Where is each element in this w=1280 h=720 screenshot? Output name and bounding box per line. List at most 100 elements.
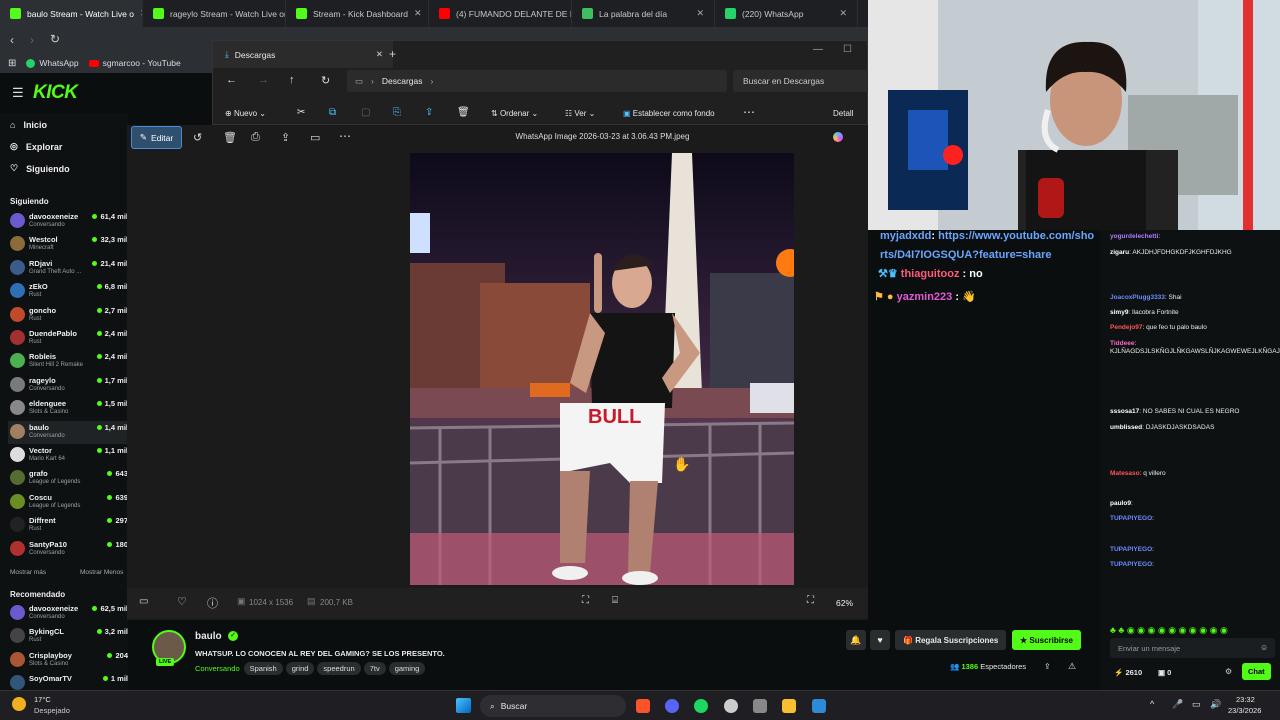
- sidebar-channel[interactable]: goncho Rust 2,7 mil: [8, 304, 128, 327]
- photos-app-icon[interactable]: [812, 699, 826, 713]
- volume-icon[interactable]: 🔊: [1210, 699, 1221, 710]
- sidebar-channel[interactable]: Robleis Silent Hill 2 Remake 2,4 mil: [8, 350, 128, 373]
- sidebar-channel[interactable]: zEkO Rust 6,8 mil: [8, 280, 128, 303]
- chat-username[interactable]: paulo9: [1110, 500, 1131, 507]
- view-button[interactable]: ☷ Ver ⌄: [565, 109, 595, 118]
- stream-tag[interactable]: grind: [285, 662, 315, 675]
- chat-username[interactable]: zigaru: [1110, 249, 1129, 256]
- start-icon[interactable]: [456, 698, 471, 713]
- chat-input[interactable]: Enviar un mensaje: [1110, 638, 1275, 658]
- chat-username[interactable]: Matesaso: [1110, 470, 1140, 477]
- gift-subs-button[interactable]: 🎁 Regala Suscripciones: [895, 630, 1007, 650]
- sidebar-channel[interactable]: Westcol Minecraft 32,3 mil: [8, 233, 128, 256]
- chat-username[interactable]: yogurdelechetti: [1110, 233, 1158, 240]
- weather-temp[interactable]: 17°C: [34, 695, 51, 704]
- chat-send-button[interactable]: Chat: [1242, 663, 1271, 680]
- rename-icon[interactable]: ⎘: [393, 107, 401, 118]
- explorer-up-icon[interactable]: ↑: [289, 74, 295, 86]
- report-icon[interactable]: ⚠: [1068, 661, 1076, 672]
- show-less-link[interactable]: Mostrar Menos: [80, 569, 123, 576]
- sidebar-channel[interactable]: Crisplayboy Slots & Casino 204: [8, 649, 128, 672]
- stream-tag[interactable]: 7tv: [363, 662, 386, 675]
- forward-icon[interactable]: ›: [30, 33, 34, 47]
- sidebar-channel[interactable]: DuendePablo Rust 2,4 mil: [8, 327, 128, 350]
- subscribe-button[interactable]: ★ Suscribirse: [1012, 630, 1081, 650]
- ocr-icon[interactable]: ⌸: [612, 595, 618, 606]
- explorer-forward-icon[interactable]: →: [258, 74, 269, 86]
- share-icon[interactable]: ⇪: [425, 107, 433, 118]
- chat-username[interactable]: Pendejo97: [1110, 324, 1143, 331]
- explorer-back-icon[interactable]: ←: [226, 74, 237, 86]
- credits[interactable]: ▣ 0: [1158, 668, 1171, 677]
- bookmark-whatsapp[interactable]: WhatsApp: [26, 58, 79, 68]
- taskbar-search[interactable]: ⌕ Buscar: [480, 695, 626, 717]
- close-tab-icon[interactable]: ✕: [414, 8, 422, 19]
- channel-points[interactable]: ⚡ 2610: [1114, 668, 1142, 677]
- sidebar-channel[interactable]: RDjavi Grand Theft Auto ... 21,4 mil: [8, 257, 128, 280]
- paste-icon[interactable]: ▢: [361, 107, 370, 118]
- reload-icon[interactable]: ↻: [50, 32, 60, 46]
- streamer-name[interactable]: baulo: [195, 631, 222, 642]
- back-icon[interactable]: ‹: [10, 33, 14, 47]
- notification-bell-button[interactable]: 🔔: [846, 630, 866, 650]
- apps-icon[interactable]: ⊞: [8, 58, 16, 69]
- maximize-icon[interactable]: ☐: [843, 44, 852, 55]
- sidebar-channel[interactable]: davooxeneize Conversando 61,4 mil: [8, 210, 128, 233]
- sidebar-channel[interactable]: davooxeneize Conversando 62,5 mil: [8, 602, 128, 625]
- nav-siguiendo[interactable]: ♡ Siguiendo: [10, 163, 70, 174]
- filmstrip-icon[interactable]: ▭: [139, 596, 148, 607]
- close-tab-icon[interactable]: ✕: [376, 49, 383, 60]
- copilot-icon[interactable]: [833, 132, 843, 142]
- sidebar-channel[interactable]: Vector Mario Kart 64 1,1 mil: [8, 444, 128, 467]
- emote-bar[interactable]: ♣ ♣ ◉ ◉ ◉ ◉ ◉ ◉ ◉ ◉ ◉ ◉: [1110, 625, 1275, 636]
- clock-time[interactable]: 23:32: [1236, 695, 1255, 704]
- nav-explorar[interactable]: ◎ Explorar: [10, 141, 62, 152]
- chat-username[interactable]: sssosa17: [1110, 408, 1139, 415]
- browser-tab[interactable]: (220) WhatsApp ✕: [715, 0, 858, 27]
- chat-username[interactable]: Tiddeee: [1110, 340, 1134, 347]
- address-bar[interactable]: ▭ › Descargas ›: [347, 70, 727, 92]
- info-icon[interactable]: ⓘ: [207, 595, 218, 611]
- bookmark-youtube[interactable]: sgmarcoo - YouTube: [88, 58, 181, 68]
- browser-tab[interactable]: Stream - Kick Dashboard ✕: [286, 0, 429, 27]
- chat-username[interactable]: TUPAPIYEGO: [1110, 546, 1152, 553]
- folder-icon[interactable]: [782, 699, 796, 713]
- new-button[interactable]: ⊕ Nuevo ⌄: [225, 109, 266, 118]
- spotify-icon[interactable]: [694, 699, 708, 713]
- app-icon[interactable]: [724, 699, 738, 713]
- sidebar-channel[interactable]: grafo League of Legends 643: [8, 467, 128, 490]
- fit-icon[interactable]: ⛶: [807, 595, 814, 606]
- discord-icon[interactable]: [665, 699, 679, 713]
- chat-username[interactable]: umblissed: [1110, 424, 1142, 431]
- browser-tab[interactable]: La palabra del día ✕: [572, 0, 715, 27]
- sidebar-channel[interactable]: BykingCL Rust 3,2 mil: [8, 625, 128, 648]
- stream-tag[interactable]: gaming: [388, 662, 426, 675]
- explorer-tab[interactable]: ⤓ Descargas ✕: [213, 41, 393, 68]
- emoji-icon[interactable]: ☺: [1260, 643, 1268, 652]
- settings-icon[interactable]: [753, 699, 767, 713]
- sidebar-channel[interactable]: baulo Conversando 1,4 mil: [8, 420, 128, 444]
- brave-icon[interactable]: [636, 699, 650, 713]
- sidebar-channel[interactable]: Diffrent Rust 297: [8, 514, 128, 537]
- explorer-refresh-icon[interactable]: ↻: [321, 74, 330, 87]
- stream-category[interactable]: Conversando: [195, 664, 240, 673]
- explorer-search-input[interactable]: Buscar en Descargas: [733, 70, 869, 92]
- more-options-icon[interactable]: ⋯: [743, 105, 755, 119]
- delete-icon[interactable]: 🗑: [457, 107, 470, 118]
- kick-logo[interactable]: KICK: [33, 82, 78, 104]
- follow-heart-button[interactable]: ♥: [870, 630, 890, 650]
- microphone-icon[interactable]: 🎤: [1172, 699, 1183, 710]
- details-button[interactable]: Detall: [833, 109, 853, 118]
- stream-tag[interactable]: Spanish: [243, 662, 283, 675]
- tray-chevron-icon[interactable]: ^: [1150, 699, 1154, 709]
- browser-tab[interactable]: (4) FUMANDO DELANTE DE M✕: [429, 0, 572, 27]
- edit-button[interactable]: ✎ Editar: [131, 126, 182, 149]
- new-tab-icon[interactable]: +: [389, 47, 396, 61]
- photo-image[interactable]: BULL: [410, 153, 794, 585]
- chat-username[interactable]: simy9: [1110, 309, 1128, 316]
- sidebar-channel[interactable]: Coscu League of Legends 639: [8, 491, 128, 514]
- nav-inicio[interactable]: ⌂ Inicio: [10, 120, 47, 130]
- network-icon[interactable]: ▭: [1192, 699, 1201, 710]
- close-tab-icon[interactable]: ✕: [839, 8, 847, 19]
- minimize-icon[interactable]: —: [813, 44, 823, 55]
